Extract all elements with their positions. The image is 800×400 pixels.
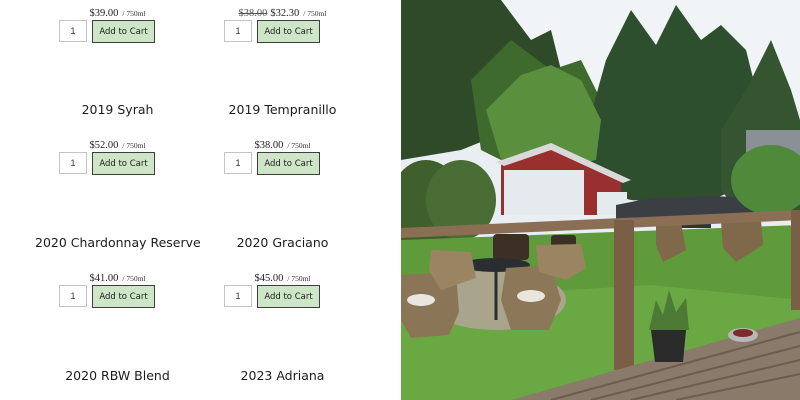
price-line: $52.00 / 750ml <box>35 135 200 153</box>
add-to-cart-button[interactable]: Add to Cart <box>257 20 320 43</box>
patio-garden-photo <box>401 0 800 400</box>
quantity-input[interactable] <box>224 20 252 42</box>
price-line: $41.00 / 750ml <box>35 268 200 286</box>
product-price: $45.00 <box>254 273 284 284</box>
product-price: $39.00 <box>89 8 119 19</box>
product-original-price: $38.00 <box>238 8 268 19</box>
product-name[interactable]: 2020 RBW Blend <box>35 368 200 383</box>
product-name[interactable]: 2019 Tempranillo <box>200 102 365 117</box>
product-price: $52.00 <box>89 140 119 151</box>
price-unit: / 750ml <box>287 274 311 283</box>
product-name[interactable]: 2020 Chardonnay Reserve <box>35 235 201 250</box>
quantity-input[interactable] <box>224 285 252 307</box>
add-to-cart-button[interactable]: Add to Cart <box>257 152 320 175</box>
quantity-input[interactable] <box>59 152 87 174</box>
product-name[interactable]: 2023 Adriana <box>200 368 365 383</box>
price-unit: / 750ml <box>287 141 311 150</box>
price-unit: / 750ml <box>303 9 327 18</box>
add-to-cart-button[interactable]: Add to Cart <box>92 285 155 308</box>
product-price: $32.30 <box>270 8 300 19</box>
price-unit: / 750ml <box>122 9 146 18</box>
add-to-cart-button[interactable]: Add to Cart <box>92 20 155 43</box>
price-line: $38.00 $32.30 / 750ml <box>200 3 365 21</box>
price-unit: / 750ml <box>122 141 146 150</box>
add-to-cart-button[interactable]: Add to Cart <box>257 285 320 308</box>
price-line: $39.00 / 750ml <box>35 3 200 21</box>
quantity-input[interactable] <box>224 152 252 174</box>
add-to-cart-button[interactable]: Add to Cart <box>92 152 155 175</box>
product-grid: $39.00 / 750ml Add to Cart $38.00$32.30 … <box>0 0 401 400</box>
product-name[interactable]: 2019 Syrah <box>35 102 200 117</box>
product-price: $41.00 <box>89 273 119 284</box>
price-unit: / 750ml <box>122 274 146 283</box>
product-price: $38.00 <box>254 140 284 151</box>
price-line: $38.00 / 750ml <box>200 135 365 153</box>
product-name[interactable]: 2020 Graciano <box>200 235 365 250</box>
quantity-input[interactable] <box>59 20 87 42</box>
quantity-input[interactable] <box>59 285 87 307</box>
price-line: $45.00 / 750ml <box>200 268 365 286</box>
